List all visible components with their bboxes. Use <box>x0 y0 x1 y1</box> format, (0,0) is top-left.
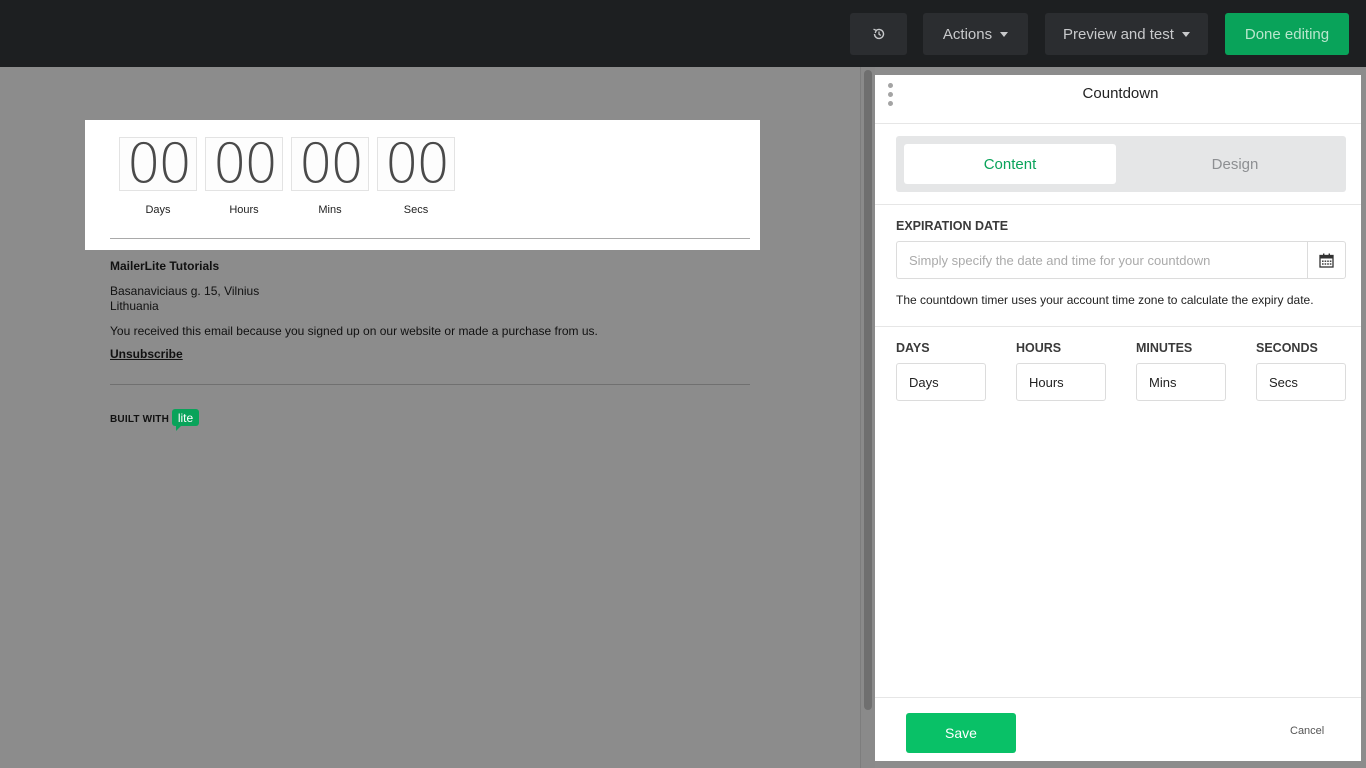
canvas-scrollbar-thumb[interactable] <box>864 70 872 710</box>
cancel-link[interactable]: Cancel <box>1290 725 1324 737</box>
done-editing-button[interactable]: Done editing <box>1225 13 1349 55</box>
countdown-mins-digits: 00 <box>291 137 369 191</box>
countdown-hours-label: Hours <box>229 204 259 216</box>
preview-and-test-button[interactable]: Preview and test <box>1045 13 1208 55</box>
seconds-label-input[interactable] <box>1256 363 1346 401</box>
save-button[interactable]: Save <box>906 713 1016 753</box>
days-label-input[interactable] <box>896 363 986 401</box>
expiration-date-input[interactable] <box>896 241 1308 279</box>
countdown-days-label: Days <box>145 204 171 216</box>
days-label: DAYS <box>896 341 930 355</box>
unsubscribe-link[interactable]: Unsubscribe <box>110 347 183 361</box>
countdown-secs-label: Secs <box>403 204 429 216</box>
seconds-label: SECONDS <box>1256 341 1318 355</box>
countdown-days-digits: 00 <box>119 137 197 191</box>
footer-reason-text: You received this email because you sign… <box>110 324 598 338</box>
countdown-block[interactable]: 00 00 00 00 Days Hours Mins Secs <box>85 120 760 250</box>
footer-address-line2: Lithuania <box>110 299 159 313</box>
content-design-tabs: Content Design <box>896 136 1346 192</box>
countdown-mins-label: Mins <box>318 204 342 216</box>
tab-design[interactable]: Design <box>1126 144 1344 184</box>
countdown-secs-digits: 00 <box>377 137 455 191</box>
preview-label: Preview and test <box>1063 25 1174 43</box>
minutes-label-input[interactable] <box>1136 363 1226 401</box>
expiration-date-label: EXPIRATION DATE <box>896 219 1009 233</box>
divider <box>110 238 750 239</box>
divider <box>875 326 1361 327</box>
panel-title: Countdown <box>1082 85 1159 102</box>
footer-company-name: MailerLite Tutorials <box>110 259 220 273</box>
tab-content[interactable]: Content <box>904 144 1116 184</box>
built-with-label: BUILT WITH <box>110 414 170 425</box>
minutes-label: MINUTES <box>1136 341 1193 355</box>
mailerlite-logo-badge: lite <box>172 409 199 431</box>
actions-dropdown-button[interactable]: Actions <box>923 13 1028 55</box>
divider <box>875 204 1361 205</box>
undo-history-button[interactable] <box>850 13 907 55</box>
panel-header: Countdown <box>875 75 1361 124</box>
footer-address-line1: Basanaviciaus g. 15, Vilnius <box>110 284 260 298</box>
calendar-icon <box>1319 253 1334 268</box>
caret-down-icon <box>1181 32 1190 37</box>
actions-label: Actions <box>942 25 993 43</box>
hours-label-input[interactable] <box>1016 363 1106 401</box>
calendar-button[interactable] <box>1307 241 1346 279</box>
caret-down-icon <box>1000 32 1009 37</box>
top-toolbar: Actions Preview and test Done editing <box>0 0 1366 67</box>
countdown-settings-panel: Countdown Content Design EXPIRATION DATE… <box>875 75 1361 761</box>
history-icon <box>872 28 884 40</box>
countdown-hours-digits: 00 <box>205 137 283 191</box>
divider <box>875 697 1361 698</box>
hours-label: HOURS <box>1016 341 1062 355</box>
footer-divider <box>110 384 750 385</box>
timezone-note: The countdown timer uses your account ti… <box>896 293 1314 307</box>
